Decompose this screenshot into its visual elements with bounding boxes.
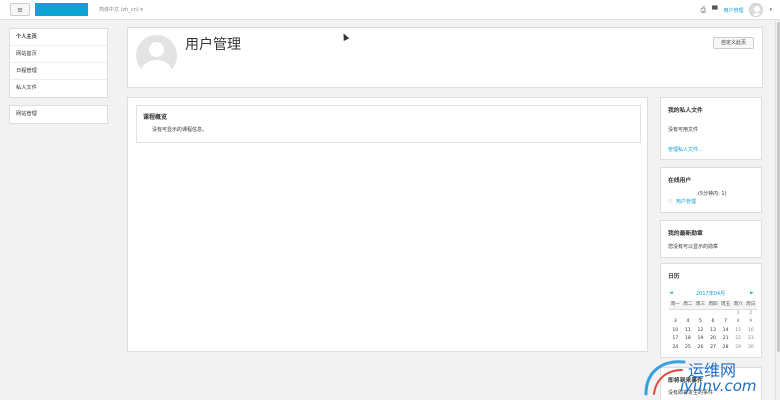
calendar-day[interactable]: 22 xyxy=(732,335,745,344)
calendar-day[interactable]: 4 xyxy=(682,318,695,327)
menu-toggle-button[interactable]: ≡ xyxy=(10,3,30,16)
private-files-block: 我的私人文件 没有可用文件 管理私人文件... xyxy=(660,97,762,160)
watermark: 运维网 iyunv.com xyxy=(640,352,775,400)
profile-avatar xyxy=(136,35,177,76)
calendar-day[interactable]: 17 xyxy=(669,335,682,344)
hamburger-icon: ≡ xyxy=(17,5,23,14)
page-title: 用户管理 xyxy=(185,37,241,53)
manage-private-files-link[interactable]: 管理私人文件... xyxy=(668,146,703,153)
block-title: 我的最新勋章 xyxy=(668,231,703,237)
top-navbar: ≡ 简体中文 (zh_cn) ▾ ⎙ ▀ 用户管理 ▾ xyxy=(0,0,780,20)
calendar-day[interactable]: 13 xyxy=(707,327,720,336)
calendar-day[interactable]: 7 xyxy=(719,318,732,327)
administration-block: 网站管理 xyxy=(9,105,108,124)
calendar-week-row: 17 18 19 20 21 22 23 xyxy=(669,335,757,344)
weekday-label: 周二 xyxy=(681,301,695,310)
calendar-week-row: 1 2 xyxy=(669,310,757,319)
customize-page-button[interactable]: 自定义此页 xyxy=(713,37,754,49)
user-name-link[interactable]: 用户管理 xyxy=(723,7,743,14)
user-avatar-icon[interactable] xyxy=(749,3,764,17)
block-title: 我的私人文件 xyxy=(668,108,703,114)
weekday-label: 周四 xyxy=(706,301,720,310)
calendar-day[interactable]: 20 xyxy=(707,335,720,344)
user-menu-area: ⎙ ▀ 用户管理 ▾ xyxy=(700,2,772,18)
calendar-prev-icon[interactable]: ◄ xyxy=(669,290,673,296)
calendar-weekday-row: 周一 周二 周三 周四 周五 周六 周日 xyxy=(669,301,758,310)
calendar-day[interactable]: 9 xyxy=(744,318,757,327)
weekday-label: 周日 xyxy=(744,301,758,310)
block-title: 在线用户 xyxy=(668,178,692,184)
calendar-day xyxy=(669,310,682,319)
sidebar-item-site-admin[interactable]: 网站管理 xyxy=(10,106,107,123)
weekday-label: 周六 xyxy=(731,301,745,310)
calendar-week-row: 10 11 12 13 14 15 16 xyxy=(669,327,757,336)
calendar-day xyxy=(707,310,720,319)
course-overview-block: 课程概览 没有可显示的课程信息。 xyxy=(136,105,641,143)
calendar-day[interactable]: 1 xyxy=(732,310,745,319)
sidebar-item-dashboard[interactable]: 个人主页 xyxy=(10,29,107,46)
calendar-day[interactable]: 8 xyxy=(732,318,745,327)
page-header: 用户管理 自定义此页 xyxy=(127,27,763,88)
calendar-day[interactable]: 12 xyxy=(694,327,707,336)
sidebar-item-site-home[interactable]: 网站首页 xyxy=(10,46,107,63)
calendar-day[interactable]: 19 xyxy=(694,335,707,344)
online-users-block: 在线用户 (5分钟内: 1) ○ 用户管理 xyxy=(660,167,762,213)
calendar-day[interactable]: 11 xyxy=(682,327,695,336)
calendar-day xyxy=(694,310,707,319)
calendar-day[interactable]: 3 xyxy=(669,318,682,327)
calendar-day[interactable]: 21 xyxy=(719,335,732,344)
calendar-day xyxy=(682,310,695,319)
message-icon[interactable]: ▀ xyxy=(712,6,717,14)
sidebar-item-calendar[interactable]: 日程管理 xyxy=(10,63,107,80)
private-files-empty-text: 没有可用文件 xyxy=(668,127,699,133)
page-scrollbar[interactable] xyxy=(775,20,780,400)
print-icon[interactable]: ⎙ xyxy=(700,6,706,15)
calendar-day[interactable]: 16 xyxy=(744,327,757,336)
site-logo[interactable] xyxy=(35,3,88,16)
weekday-label: 周一 xyxy=(669,301,682,310)
watermark-en-text: iyunv.com xyxy=(680,377,757,395)
calendar-day xyxy=(719,310,732,319)
calendar-block: 日历 ◄ 2017年04月 ► 周一 周二 周三 周四 周五 周六 周日 1 2… xyxy=(660,263,762,358)
chevron-down-icon[interactable]: ▾ xyxy=(769,7,772,13)
language-selector[interactable]: 简体中文 (zh_cn) ▾ xyxy=(99,6,143,13)
course-overview-title: 课程概览 xyxy=(143,114,168,121)
online-users-summary: (5分钟内: 1) xyxy=(698,191,727,197)
sidebar-item-private-files[interactable]: 私人文件 xyxy=(10,80,107,97)
calendar-week-row: 3 4 5 6 7 8 9 xyxy=(669,318,757,327)
calendar-day[interactable]: 23 xyxy=(744,335,757,344)
calendar-day[interactable]: 6 xyxy=(707,318,720,327)
navigation-block: 个人主页 网站首页 日程管理 私人文件 xyxy=(9,28,108,98)
user-icon: ○ xyxy=(668,198,673,204)
calendar-month-link[interactable]: 2017年04月 xyxy=(696,290,725,297)
calendar-grid: 周一 周二 周三 周四 周五 周六 周日 1 2 3 4 5 6 7 8 9 1… xyxy=(669,301,758,353)
calendar-day[interactable]: 14 xyxy=(719,327,732,336)
calendar-day[interactable]: 5 xyxy=(694,318,707,327)
course-overview-empty-text: 没有可显示的课程信息。 xyxy=(152,127,208,133)
calendar-day[interactable]: 2 xyxy=(744,310,757,319)
calendar-day[interactable]: 18 xyxy=(682,335,695,344)
calendar-next-icon[interactable]: ► xyxy=(750,290,754,296)
badges-empty-text: 您没有可以显示的勋章 xyxy=(668,244,719,250)
main-content: 课程概览 没有可显示的课程信息。 xyxy=(127,97,648,352)
calendar-day[interactable]: 10 xyxy=(669,327,682,336)
online-user-link[interactable]: 用户管理 xyxy=(676,198,696,205)
weekday-label: 周五 xyxy=(719,301,732,310)
weekday-label: 周三 xyxy=(694,301,707,310)
calendar-day[interactable]: 15 xyxy=(732,327,745,336)
latest-badges-block: 我的最新勋章 您没有可以显示的勋章 xyxy=(660,220,762,258)
block-title: 日历 xyxy=(668,274,680,280)
